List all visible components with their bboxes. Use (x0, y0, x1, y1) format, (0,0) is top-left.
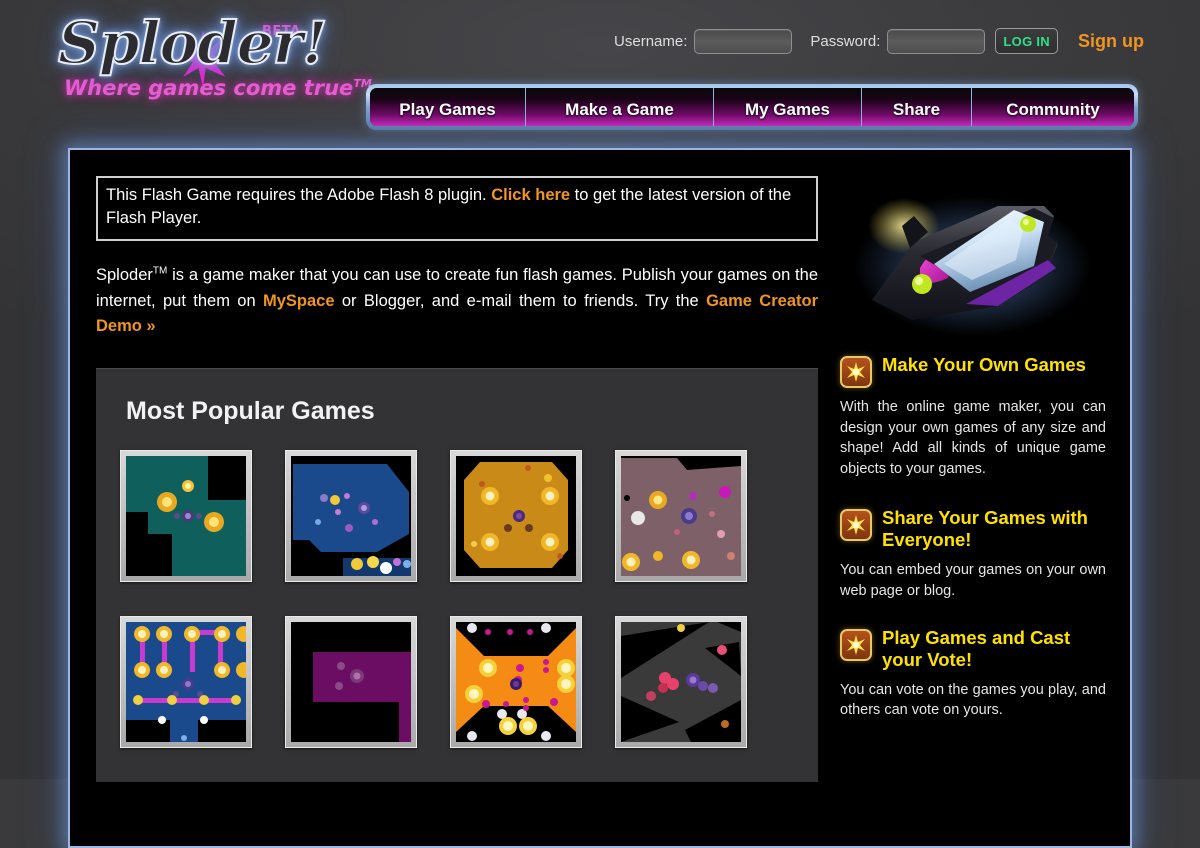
intro-tm: TM (152, 265, 168, 277)
right-sidebar: Make Your Own Games With the online game… (840, 176, 1106, 782)
game-thumb-5[interactable] (120, 616, 252, 749)
feature-body: With the online game maker, you can desi… (840, 399, 1106, 477)
game-thumb-4[interactable] (615, 450, 747, 583)
feature-title[interactable]: Share Your Games with Everyone! (882, 507, 1106, 551)
intro-text-1: Sploder (96, 265, 153, 284)
feature-share-your-games: Share Your Games with Everyone! You can … (840, 507, 1106, 601)
nav-item-make-a-game[interactable]: Make a Game (526, 88, 714, 126)
game-thumb-8[interactable] (615, 616, 747, 749)
feature-make-your-own-games: Make Your Own Games With the online game… (840, 354, 1106, 479)
flash-download-link[interactable]: Click here (491, 186, 570, 204)
login-bar: Username: Password: LOG IN Sign up (614, 28, 1144, 54)
password-label: Password: (810, 32, 881, 50)
main-navigation: Play Games Make a Game My Games Share Co… (366, 84, 1138, 130)
flash-plugin-notice: This Flash Game requires the Adobe Flash… (96, 176, 818, 241)
game-thumb-6[interactable] (285, 616, 417, 749)
feature-title[interactable]: Play Games and Cast your Vote! (882, 627, 1106, 671)
login-button[interactable]: LOG IN (995, 28, 1058, 54)
starburst-icon (840, 509, 872, 542)
feature-body: You can vote on the games you play, and … (840, 681, 1106, 719)
starburst-icon (840, 356, 872, 388)
myspace-link[interactable]: MySpace (263, 292, 335, 310)
game-thumb-1[interactable] (120, 450, 252, 583)
username-input[interactable] (694, 28, 793, 54)
password-input[interactable] (887, 28, 986, 54)
game-thumb-7[interactable] (450, 616, 582, 749)
game-thumbnail-grid (96, 450, 818, 782)
intro-text-3: or Blogger, and e-mail them to friends. … (334, 291, 707, 310)
spaceship-icon (855, 196, 1091, 336)
nav-item-play-games[interactable]: Play Games (370, 88, 526, 126)
left-column: This Flash Game requires the Adobe Flash… (96, 176, 818, 783)
nav-item-community[interactable]: Community (972, 88, 1134, 126)
intro-paragraph: SploderTM is a game maker that you can u… (96, 263, 818, 340)
popular-games-heading: Most Popular Games (126, 397, 375, 426)
starburst-icon (840, 629, 872, 662)
feature-body: You can embed your games on your own web… (840, 561, 1106, 599)
username-label: Username: (614, 32, 688, 50)
most-popular-games-panel: Most Popular Games (96, 368, 818, 783)
feature-play-games-and-vote: Play Games and Cast your Vote! You can v… (840, 627, 1106, 721)
signup-link[interactable]: Sign up (1078, 31, 1144, 52)
site-header: Sploder! Where games come trueTM BETA Us… (0, 0, 1200, 140)
spaceship-illustration (840, 176, 1106, 348)
nav-item-my-games[interactable]: My Games (714, 88, 862, 126)
site-logo[interactable]: Sploder! Where games come trueTM (57, 9, 372, 134)
flash-notice-text-before: This Flash Game requires the Adobe Flash… (106, 186, 492, 204)
main-content-panel: This Flash Game requires the Adobe Flash… (68, 148, 1132, 848)
logo-wordmark: Sploder! (57, 9, 329, 77)
game-thumb-3[interactable] (450, 450, 582, 583)
game-thumb-2[interactable] (285, 450, 417, 583)
nav-item-share[interactable]: Share (862, 88, 972, 126)
feature-title[interactable]: Make Your Own Games (882, 354, 1086, 376)
